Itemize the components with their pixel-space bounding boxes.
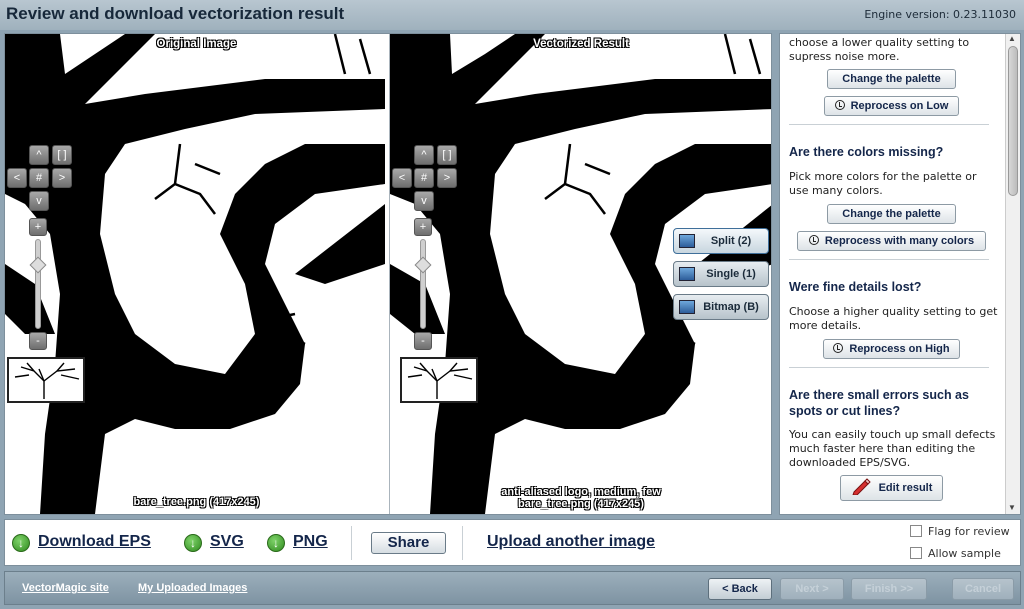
original-image-label: Original Image xyxy=(156,38,237,50)
vectormagic-site-link[interactable]: VectorMagic site xyxy=(22,582,109,594)
upload-another-image-link[interactable]: Upload another image xyxy=(487,533,655,551)
zoom-slider[interactable] xyxy=(420,239,426,329)
suggestions-sidebar: choose a lower quality setting to supres… xyxy=(779,33,1021,515)
engine-version: Engine version: 0.23.11030 xyxy=(864,8,1016,21)
reprocess-high-button[interactable]: Reprocess on High xyxy=(823,339,960,359)
finish-button[interactable]: Finish >> xyxy=(851,578,927,600)
download-eps-link[interactable]: Download EPS xyxy=(38,533,151,551)
download-png-item[interactable]: ↓ PNG xyxy=(267,532,337,554)
tree-thumbnail-icon xyxy=(407,362,473,399)
flag-for-review-checkbox[interactable]: Flag for review xyxy=(910,525,1010,538)
pan-left-button[interactable]: < xyxy=(392,168,412,188)
footer-bar: VectorMagic site My Uploaded Images < Ba… xyxy=(4,571,1021,605)
center-view-button[interactable]: # xyxy=(414,168,434,188)
split-view-button[interactable]: Split (2) xyxy=(673,228,769,254)
pan-right-button[interactable]: > xyxy=(52,168,72,188)
original-pane[interactable]: Original Image ^ [ ] < # > v + - bare_tr… xyxy=(5,34,388,514)
share-button[interactable]: Share xyxy=(371,532,446,554)
next-button[interactable]: Next > xyxy=(780,578,844,600)
vectorized-result-label: Vectorized Result xyxy=(533,38,629,50)
reprocess-many-colors-button[interactable]: Reprocess with many colors xyxy=(797,231,986,251)
intro-text: choose a lower quality setting to supres… xyxy=(789,36,970,63)
zoom-in-button[interactable]: + xyxy=(414,218,432,236)
edit-result-button[interactable]: Edit result xyxy=(840,475,943,501)
divider xyxy=(789,124,989,125)
vectorized-settings-caption: anti-aliased logo, medium, few xyxy=(501,486,661,498)
original-file-caption: bare_tree.png (417x245) xyxy=(133,496,260,508)
sidebar-scrollbar[interactable]: ▲ ▼ xyxy=(1005,34,1020,514)
tree-thumbnail-icon xyxy=(14,362,80,399)
divider xyxy=(462,526,463,560)
zoom-slider[interactable] xyxy=(35,239,41,329)
scroll-down-icon[interactable]: ▼ xyxy=(1008,503,1016,512)
page-title: Review and download vectorization result xyxy=(6,4,345,23)
scroll-up-icon[interactable]: ▲ xyxy=(1008,34,1016,43)
scrollbar-thumb[interactable] xyxy=(1008,46,1018,196)
colors-missing-heading: Are there colors missing? xyxy=(789,145,944,159)
checkbox-icon[interactable] xyxy=(910,525,922,537)
download-svg-link[interactable]: SVG xyxy=(210,533,244,551)
divider xyxy=(789,367,989,368)
small-errors-text: You can easily touch up small defects mu… xyxy=(789,428,996,469)
fit-view-button[interactable]: [ ] xyxy=(52,145,72,165)
bitmap-view-icon xyxy=(679,300,695,314)
clock-icon xyxy=(834,100,845,110)
details-lost-heading: Were fine details lost? xyxy=(789,280,922,294)
my-uploaded-images-link[interactable]: My Uploaded Images xyxy=(138,582,247,594)
download-png-link[interactable]: PNG xyxy=(293,533,328,551)
clock-icon xyxy=(808,235,819,245)
title-bar: Review and download vectorization result… xyxy=(0,0,1024,30)
vectorized-file-caption: bare_tree.png (417x245) xyxy=(518,498,644,510)
pencil-icon xyxy=(851,478,871,496)
pan-right-button[interactable]: > xyxy=(437,168,457,188)
divider xyxy=(789,259,989,260)
download-svg-item[interactable]: ↓ SVG xyxy=(184,532,254,554)
original-image xyxy=(5,34,385,514)
download-arrow-icon: ↓ xyxy=(12,534,30,552)
reprocess-low-button[interactable]: Reprocess on Low xyxy=(824,96,959,116)
download-arrow-icon: ↓ xyxy=(267,534,285,552)
pan-down-button[interactable]: v xyxy=(414,191,434,211)
change-palette-button[interactable]: Change the palette xyxy=(827,69,956,89)
download-bar: ↓ Download EPS ↓ SVG ↓ PNG Share Upload … xyxy=(4,519,1021,566)
single-view-icon xyxy=(679,267,695,281)
pan-down-button[interactable]: v xyxy=(29,191,49,211)
zoom-in-button[interactable]: + xyxy=(29,218,47,236)
image-viewer: Original Image ^ [ ] < # > v + - bare_tr… xyxy=(4,33,772,515)
download-eps-item[interactable]: ↓ Download EPS xyxy=(12,532,172,554)
center-view-button[interactable]: # xyxy=(29,168,49,188)
overview-thumbnail[interactable] xyxy=(7,357,85,403)
clock-icon xyxy=(833,343,844,353)
split-view-icon xyxy=(679,234,695,248)
pan-up-button[interactable]: ^ xyxy=(29,145,49,165)
overview-thumbnail[interactable] xyxy=(400,357,478,403)
details-lost-text: Choose a higher quality setting to get m… xyxy=(789,305,998,332)
checkbox-icon[interactable] xyxy=(910,547,922,559)
fit-view-button[interactable]: [ ] xyxy=(437,145,457,165)
zoom-out-button[interactable]: - xyxy=(29,332,47,350)
single-view-button[interactable]: Single (1) xyxy=(673,261,769,287)
pan-up-button[interactable]: ^ xyxy=(414,145,434,165)
colors-missing-text: Pick more colors for the palette or use … xyxy=(789,170,977,197)
cancel-button[interactable]: Cancel xyxy=(952,578,1014,600)
bitmap-view-button[interactable]: Bitmap (B) xyxy=(673,294,769,320)
change-palette-button[interactable]: Change the palette xyxy=(827,204,956,224)
back-button[interactable]: < Back xyxy=(708,578,772,600)
small-errors-heading: Are there small errors such as spots or … xyxy=(789,388,969,418)
allow-sample-checkbox[interactable]: Allow sample xyxy=(910,547,1001,560)
divider xyxy=(351,526,352,560)
zoom-out-button[interactable]: - xyxy=(414,332,432,350)
pan-left-button[interactable]: < xyxy=(7,168,27,188)
download-arrow-icon: ↓ xyxy=(184,534,202,552)
